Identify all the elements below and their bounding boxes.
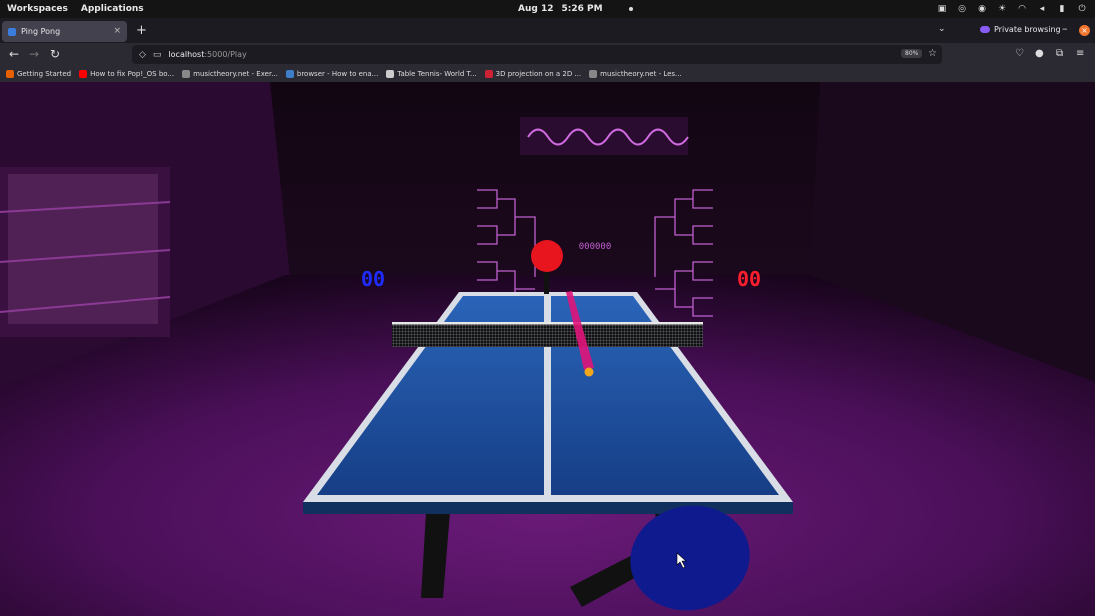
window-close-button[interactable]: × (1079, 25, 1090, 36)
forward-arrow-icon[interactable]: → (29, 47, 39, 61)
bookmark-label: Table Tennis- World T... (397, 70, 477, 78)
score-left: 00 (361, 267, 385, 291)
game-scene: 000000 00 00 (0, 82, 1095, 616)
bookmark-favicon-icon (6, 70, 14, 78)
bookmark-label: browser - How to ena... (296, 70, 379, 78)
microphone-icon[interactable]: ▮ (1057, 4, 1067, 14)
url-host: localhost (168, 50, 205, 59)
date-label: Aug 12 (518, 4, 554, 14)
bookmark-label: musictheory.net - Les... (600, 70, 682, 78)
page-info-icon[interactable]: ▭ (153, 50, 162, 60)
navigation-bar: ← → ↻ ◇ ▭ localhost:5000/Play 80% ☆ ♡ ● … (0, 43, 1095, 66)
private-mask-icon (980, 26, 990, 33)
bookmark-favicon-icon (386, 70, 395, 78)
tab-ping-pong[interactable]: Ping Pong × (2, 21, 127, 42)
game-canvas[interactable]: 000000 00 00 (0, 82, 1095, 616)
hamburger-menu-icon[interactable]: ≡ (1076, 48, 1084, 59)
wifi-icon[interactable]: ◠ (1017, 4, 1027, 14)
extensions-icon[interactable]: ⧉ (1056, 48, 1063, 59)
opponent-paddle (531, 240, 563, 272)
system-top-bar: Workspaces Applications Aug 12 5:26 PM ▣… (0, 0, 1095, 18)
reload-icon[interactable]: ↻ (50, 47, 60, 61)
private-browsing-indicator: Private browsing (980, 25, 1061, 34)
time-label: 5:26 PM (561, 4, 603, 14)
bookmark-label: How to fix Pop!_OS bo... (90, 70, 175, 78)
neon-sign-panel (520, 117, 688, 155)
opponent-paddle-handle (544, 269, 549, 294)
bookmark-favicon-icon (79, 70, 88, 78)
applications-button[interactable]: Applications (81, 4, 144, 14)
address-bar[interactable]: ◇ ▭ localhost:5000/Play 80% ☆ (132, 45, 942, 64)
account-icon[interactable]: ● (1035, 48, 1044, 59)
bookmark-item[interactable]: 3D projection on a 2D ... (484, 70, 582, 78)
list-all-tabs-chevron-icon[interactable]: ⌄ (938, 24, 946, 34)
zoom-level-button[interactable]: 80% (901, 49, 923, 58)
bookmark-favicon-icon (484, 70, 493, 78)
table-net (392, 322, 703, 347)
bookmark-label: musictheory.net - Exer... (193, 70, 278, 78)
url-path: :5000/Play (204, 50, 247, 59)
tab-title: Ping Pong (21, 27, 61, 36)
volume-icon[interactable]: ◂ (1037, 4, 1047, 14)
discord-tray-icon[interactable]: ◉ (977, 4, 987, 14)
pocket-icon[interactable]: ♡ (1015, 48, 1024, 59)
workspaces-button[interactable]: Workspaces (7, 4, 68, 14)
private-browsing-label: Private browsing (994, 25, 1061, 34)
clock[interactable]: Aug 12 5:26 PM (518, 0, 633, 18)
bookmark-item[interactable]: How to fix Pop!_OS bo... (79, 70, 174, 78)
bookmark-item[interactable]: browser - How to ena... (285, 70, 379, 78)
app-indicator-icon[interactable]: ▣ (937, 4, 947, 14)
brightness-icon[interactable]: ☀ (997, 4, 1007, 14)
net-top-band (392, 322, 703, 325)
bookmark-label: 3D projection on a 2D ... (495, 70, 582, 78)
ball (584, 367, 594, 377)
tracking-shield-icon[interactable]: ◇ (139, 50, 146, 60)
score-right: 00 (737, 267, 761, 291)
browser-tab-bar: Ping Pong × + ⌄ Private browsing – × (0, 18, 1095, 43)
chrome-tray-icon[interactable]: ◎ (957, 4, 967, 14)
power-icon[interactable]: ⏻ (1077, 4, 1087, 14)
bookmark-label: Getting Started (17, 70, 72, 78)
bookmark-item[interactable]: musictheory.net - Exer... (182, 70, 278, 78)
bookmark-item[interactable]: Table Tennis- World T... (386, 70, 477, 78)
bookmark-favicon-icon (589, 70, 598, 78)
bookmark-item[interactable]: Getting Started (6, 70, 71, 78)
window-minimize-button[interactable]: – (1062, 22, 1068, 35)
back-arrow-icon[interactable]: ← (9, 47, 19, 61)
tab-close-icon[interactable]: × (113, 26, 121, 36)
new-tab-button[interactable]: + (136, 23, 147, 38)
bookmark-star-icon[interactable]: ☆ (928, 48, 937, 59)
notification-dot-icon (628, 7, 633, 11)
shelf-items (8, 174, 158, 324)
bookmark-favicon-icon (182, 70, 191, 78)
bookmark-item[interactable]: musictheory.net - Les... (589, 70, 682, 78)
bookmarks-toolbar: Getting Started How to fix Pop!_OS bo...… (0, 66, 1095, 82)
tab-favicon-icon (8, 27, 16, 36)
bookmark-favicon-icon (285, 70, 294, 78)
bracket-center-label: 000000 (579, 242, 612, 252)
